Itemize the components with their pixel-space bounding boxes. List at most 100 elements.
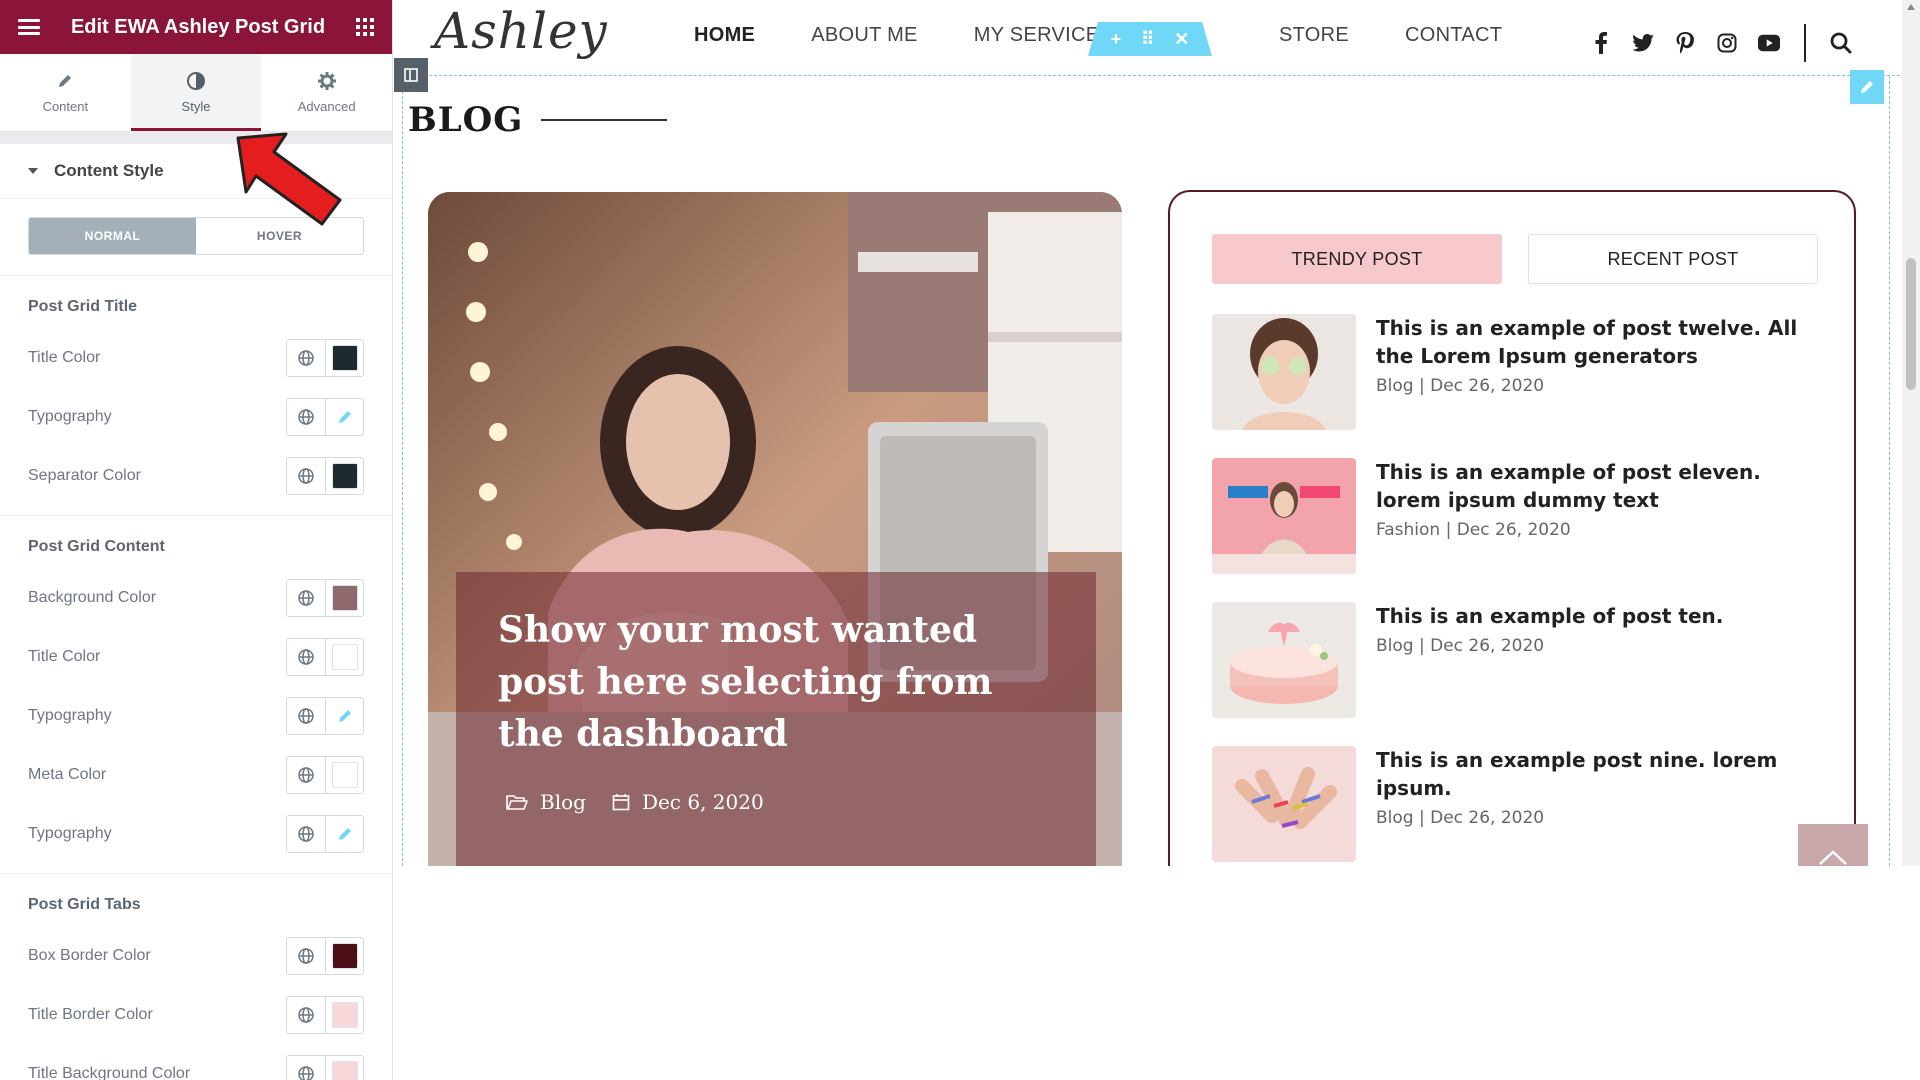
calendar-icon [612,794,630,811]
global-icon[interactable] [287,698,325,734]
color-swatch[interactable] [325,996,363,1033]
post-thumbnail[interactable] [1212,746,1356,862]
meta-color-control: Meta Color [0,745,392,804]
color-swatch[interactable] [325,638,363,675]
global-icon[interactable] [287,639,325,675]
list-item[interactable]: This is an example of post eleven. lorem… [1212,458,1822,574]
typography-control: Typography [0,686,392,745]
color-swatch[interactable] [325,937,363,974]
list-item[interactable]: This is an example post nine. lorem ipsu… [1212,746,1822,862]
drag-handle-icon[interactable]: ⠿ [1141,29,1154,50]
featured-post-meta: Blog Dec 6, 2020 [506,790,778,814]
typography-control: Typography [0,804,392,863]
nav-store[interactable]: STORE [1279,24,1349,47]
tab-style-label: Style [181,99,211,114]
group-post-grid-tabs: Post Grid Tabs Box Border Color Title Bo… [0,873,392,1080]
column-handle-icon[interactable] [394,58,428,92]
normal-state-button[interactable]: NORMAL [29,218,196,254]
panel-tabs: Content Style Advanced [0,54,392,132]
global-icon[interactable] [287,458,325,494]
edit-widget-icon[interactable] [1850,70,1884,104]
post-meta: Fashion | Dec 26, 2020 [1376,520,1571,540]
preview-scrollbar[interactable] [1902,0,1920,866]
post-thumbnail[interactable] [1212,458,1356,574]
title-color-control: Title Color [0,627,392,686]
back-to-top-button[interactable] [1798,824,1868,866]
color-swatch[interactable] [325,1055,363,1080]
post-title[interactable]: This is an example of post eleven. lorem… [1376,458,1822,514]
edit-pencil-icon[interactable] [325,697,363,734]
folder-icon [506,795,528,810]
twitter-icon[interactable] [1632,32,1654,54]
group-post-grid-content: Post Grid Content Background Color Title… [0,515,392,873]
featured-date-text: Dec 6, 2020 [641,790,764,814]
control-label: Typography [28,824,112,842]
global-icon[interactable] [287,757,325,793]
red-arrow-annotation [236,132,342,226]
global-icon[interactable] [287,816,325,852]
featured-post[interactable]: Show your most wanted post here selectin… [428,192,1122,866]
featured-category[interactable]: Blog [506,790,586,814]
global-icon[interactable] [287,340,325,376]
tab-trendy-post[interactable]: TRENDY POST [1212,234,1502,284]
tab-content-label: Content [42,99,89,114]
tab-advanced[interactable]: Advanced [261,54,392,131]
post-meta: Blog | Dec 26, 2020 [1376,376,1545,396]
instagram-icon[interactable] [1716,32,1738,54]
nav-home[interactable]: HOME [694,24,755,47]
featured-post-title[interactable]: Show your most wanted post here selectin… [498,604,1018,760]
nav-contact[interactable]: CONTACT [1405,24,1502,47]
control-label: Title Color [28,647,101,665]
site-header: Ashley HOME ABOUT ME MY SERVICES STORE C… [394,0,1920,76]
control-label: Title Border Color [28,1005,153,1023]
post-tabs-box: TRENDY POST RECENT POST This is an examp… [1168,190,1856,866]
color-swatch[interactable] [325,457,363,494]
post-title[interactable]: This is an example of post ten. [1376,602,1723,630]
post-meta: Blog | Dec 26, 2020 [1376,808,1545,828]
nav-about-me[interactable]: ABOUT ME [811,24,918,47]
global-icon[interactable] [287,938,325,974]
gear-icon [317,72,336,90]
post-thumbnail[interactable] [1212,314,1356,430]
color-swatch[interactable] [325,339,363,376]
post-title[interactable]: This is an example post nine. lorem ipsu… [1376,746,1822,802]
group-post-grid-title: Post Grid Title Title Color Typography S… [0,275,392,515]
control-label: Title Color [28,348,101,366]
facebook-icon[interactable] [1590,32,1612,54]
edit-pencil-icon[interactable] [325,815,363,852]
scrollbar-thumb[interactable] [1906,258,1916,390]
box-border-color-control: Box Border Color [0,926,392,985]
title-background-color-control: Title Background Color [0,1044,392,1080]
widgets-grid-icon[interactable] [356,18,374,36]
pinterest-icon[interactable] [1674,32,1696,54]
section-title: Content Style [54,161,164,180]
add-section-icon[interactable]: + [1111,29,1122,50]
site-logo[interactable]: Ashley [434,2,608,60]
group-heading: Post Grid Content [28,538,165,555]
list-item[interactable]: This is an example of post ten. Blog | D… [1212,602,1822,718]
tab-advanced-label: Advanced [297,99,356,114]
post-title[interactable]: This is an example of post twelve. All t… [1376,314,1822,370]
tab-style[interactable]: Style [130,54,262,131]
list-item[interactable]: This is an example of post twelve. All t… [1212,314,1822,430]
edit-pencil-icon[interactable] [325,398,363,435]
group-heading: Post Grid Tabs [28,896,141,913]
color-swatch[interactable] [325,756,363,793]
post-thumbnail[interactable] [1212,602,1356,718]
youtube-icon[interactable] [1758,32,1780,54]
color-swatch[interactable] [325,579,363,616]
control-label: Typography [28,706,112,724]
search-icon[interactable] [1830,32,1852,54]
tab-recent-post[interactable]: RECENT POST [1528,234,1818,284]
delete-section-icon[interactable]: ✕ [1174,29,1189,50]
tab-content[interactable]: Content [0,54,131,131]
global-icon[interactable] [287,997,325,1033]
global-icon[interactable] [287,1056,325,1080]
hamburger-menu-icon[interactable] [18,19,40,35]
half-circle-icon [187,72,205,90]
control-label: Typography [28,407,112,425]
global-icon[interactable] [287,580,325,616]
section-toolbar: + ⠿ ✕ [1088,22,1212,56]
pencil-icon [59,75,72,87]
global-icon[interactable] [287,399,325,435]
